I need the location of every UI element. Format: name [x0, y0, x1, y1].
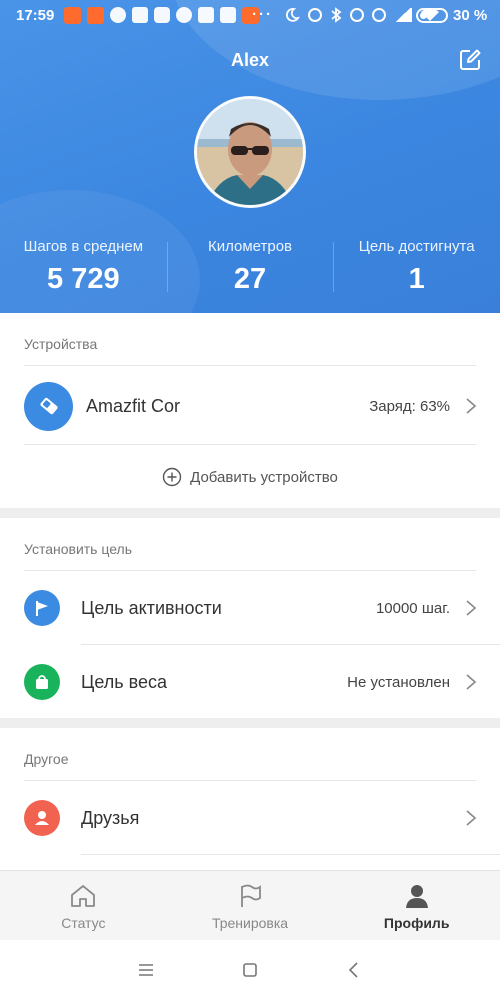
section-title-devices: Устройства [24, 336, 98, 352]
roaming-icon [372, 8, 386, 22]
stats-row: Шагов в среднем 5 729 Километров 27 Цель… [0, 236, 500, 300]
tab-label: Тренировка [211, 915, 289, 931]
news-notification-icon [220, 7, 236, 23]
drop-notification-icon [176, 7, 192, 23]
stat-kilometers: Километров 27 [166, 236, 334, 300]
home-square-icon[interactable] [241, 961, 259, 979]
stat-value: 1 [408, 263, 425, 295]
flag-outline-icon [241, 884, 261, 907]
app-notification-icon [64, 7, 81, 24]
tab-label: Профиль [383, 915, 450, 931]
stat-value: 27 [233, 263, 267, 295]
friends-label: Друзья [81, 807, 140, 828]
bottom-navigation: Статус Тренировка Профиль [0, 870, 500, 940]
section-gap [0, 508, 500, 518]
divider [24, 365, 476, 366]
goal-value: Не установлен [347, 673, 450, 691]
band-icon [24, 381, 73, 431]
device-battery-status: Заряд: 63% [369, 397, 450, 415]
weight-goal-row[interactable]: Цель веса Не установлен [0, 645, 500, 719]
section-gap [0, 718, 500, 728]
signal-icon [394, 8, 412, 22]
stat-avg-steps: Шагов в среднем 5 729 [0, 236, 167, 300]
app-notification-icon [87, 7, 104, 24]
status-time: 17:59 [16, 7, 55, 24]
device-row[interactable]: Amazfit Cor Заряд: 63% [0, 369, 500, 443]
moon-icon [285, 8, 300, 22]
section-title-goals: Установить цель [24, 541, 133, 557]
system-navigation-bar [0, 940, 500, 1000]
battery-fill [420, 12, 428, 19]
bluetooth-icon [331, 7, 342, 23]
chevron-right-icon [466, 674, 477, 690]
tab-label: Статус [61, 915, 106, 931]
chevron-right-icon [466, 810, 477, 826]
avatar-photo [197, 99, 303, 205]
device-name: Amazfit Cor [86, 395, 181, 416]
vibrate-icon [350, 8, 364, 22]
stat-value: 5 729 [47, 263, 120, 295]
plus-circle-icon [162, 467, 182, 487]
more-notifications-icon: ··· [252, 6, 273, 23]
stat-goals-achieved: Цель достигнута 1 [333, 236, 500, 300]
profile-icon [405, 885, 428, 908]
chevron-right-icon [466, 600, 477, 616]
battery-percent: 30 % [453, 7, 488, 24]
goal-label: Цель веса [81, 671, 167, 692]
home-icon [71, 885, 96, 907]
divider [24, 444, 476, 445]
divider [81, 854, 500, 855]
stat-label: Цель достигнута [358, 238, 475, 255]
chat-notification-icon [198, 7, 214, 23]
message-notification-icon [154, 7, 170, 23]
chevron-right-icon [466, 398, 477, 414]
friends-icon [24, 800, 60, 836]
tab-status[interactable]: Статус [0, 871, 167, 940]
stat-label: Километров [207, 238, 293, 255]
tab-workout[interactable]: Тренировка [167, 871, 334, 940]
status-bar: 17:59 ··· 30 % [0, 0, 500, 32]
user-name: Alex [230, 50, 270, 70]
section-title-other: Другое [24, 751, 69, 767]
phone-notification-icon [110, 7, 126, 23]
menu-icon[interactable] [137, 962, 155, 978]
activity-goal-row[interactable]: Цель активности 10000 шаг. [0, 571, 500, 645]
friends-row[interactable]: Друзья [0, 781, 500, 855]
goal-value: 10000 шаг. [375, 599, 450, 617]
calendar-notification-icon [132, 7, 148, 23]
battery-icon [416, 8, 448, 23]
add-device-button[interactable]: Добавить устройство [0, 462, 500, 492]
scale-icon [24, 664, 60, 700]
flag-icon [24, 590, 60, 626]
stat-label: Шагов в среднем [23, 238, 144, 255]
avatar[interactable] [194, 96, 306, 208]
edit-icon[interactable] [458, 48, 482, 72]
alarm-icon [308, 8, 322, 22]
tab-profile[interactable]: Профиль [333, 871, 500, 940]
notification-icons [64, 7, 259, 24]
goal-label: Цель активности [81, 597, 222, 618]
profile-header: 17:59 ··· 30 % Alex Шагов в среднем 5 72… [0, 0, 500, 313]
add-device-label: Добавить устройство [190, 468, 338, 486]
back-icon[interactable] [345, 961, 363, 979]
